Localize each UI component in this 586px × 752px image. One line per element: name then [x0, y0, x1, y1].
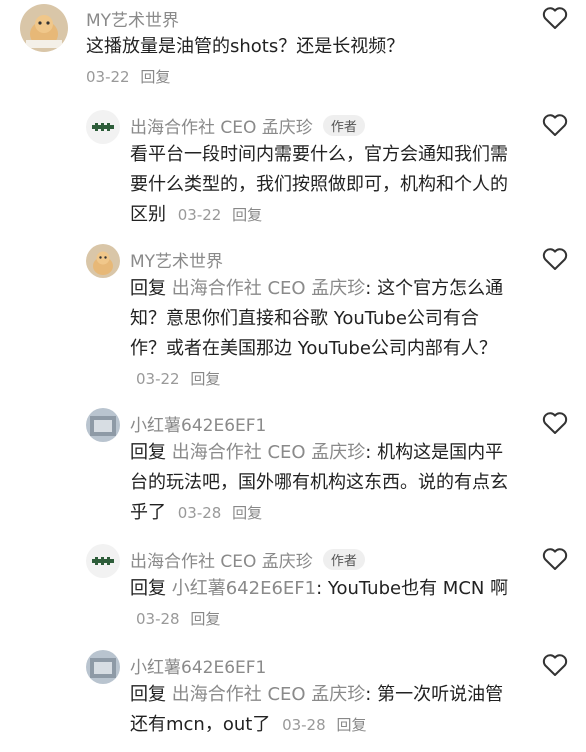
mention-link[interactable]: 出海合作社 CEO 孟庆珍 — [172, 684, 366, 705]
reply-prefix: 回复 — [130, 684, 166, 705]
avatar[interactable] — [20, 4, 68, 52]
heart-outline-icon[interactable] — [542, 113, 568, 137]
heart-outline-icon[interactable] — [542, 653, 568, 677]
avatar[interactable] — [86, 650, 120, 684]
comment-text: 回复 出海合作社 CEO 孟庆珍: 机构这是国内平台的玩法吧，国外哪有机构这东西… — [130, 438, 514, 528]
comment-text: 看平台一段时间内需要什么，官方会通知我们需要什么类型的，我们按照做即可，机构和个… — [130, 140, 514, 230]
author-badge: 作者 — [322, 115, 365, 136]
reply-button[interactable]: 回复 — [336, 716, 366, 734]
comment-content: : YouTube也有 MCN 啊 — [316, 578, 509, 599]
mention-link[interactable]: 小红薯642E6EF1 — [172, 578, 316, 599]
reply-button[interactable]: 回复 — [232, 504, 262, 522]
reply-button[interactable]: 回复 — [232, 206, 262, 224]
heart-outline-icon[interactable] — [542, 411, 568, 435]
comment-content: 这播放量是油管的shots？还是长视频？ — [86, 36, 405, 57]
comment-date: 03-22 — [136, 370, 180, 388]
heart-outline-icon[interactable] — [542, 6, 568, 30]
comment-date: 03-22 — [86, 68, 130, 86]
avatar[interactable] — [86, 244, 120, 278]
reply-button[interactable]: 回复 — [190, 370, 220, 388]
comment-text: 回复 出海合作社 CEO 孟庆珍: 第一次听说油管还有mcn，out了 03-2… — [130, 680, 514, 740]
reply-prefix: 回复 — [130, 278, 166, 299]
reply-prefix: 回复 — [130, 442, 166, 463]
comment-date: 03-28 — [282, 716, 326, 734]
comment-date: 03-28 — [136, 610, 180, 628]
comment-author[interactable]: 出海合作社 CEO 孟庆珍 作者 — [130, 547, 365, 572]
reply-button[interactable]: 回复 — [190, 610, 220, 628]
author-badge: 作者 — [322, 549, 365, 570]
comment-author[interactable]: 小红薯642E6EF1 — [130, 411, 266, 436]
comment-text: 回复 出海合作社 CEO 孟庆珍: 这个官方怎么通知？意思你们直接和谷歌 You… — [130, 274, 514, 394]
avatar[interactable] — [86, 110, 120, 144]
comment-author[interactable]: 小红薯642E6EF1 — [130, 653, 266, 678]
mention-link[interactable]: 出海合作社 CEO 孟庆珍 — [172, 278, 366, 299]
reply-prefix: 回复 — [130, 578, 166, 599]
mention-link[interactable]: 出海合作社 CEO 孟庆珍 — [172, 442, 366, 463]
comment-text: 回复 小红薯642E6EF1: YouTube也有 MCN 啊 03-28 回复 — [130, 574, 514, 634]
comment-date: 03-22 — [177, 206, 222, 224]
comment-author[interactable]: 出海合作社 CEO 孟庆珍 作者 — [130, 113, 365, 138]
heart-outline-icon[interactable] — [542, 247, 568, 271]
heart-outline-icon[interactable] — [542, 547, 568, 571]
comment-author[interactable]: MY艺术世界 — [130, 247, 223, 272]
avatar[interactable] — [86, 408, 120, 442]
comment-author[interactable]: MY艺术世界 — [86, 6, 179, 31]
comment-date: 03-28 — [177, 504, 222, 522]
avatar[interactable] — [86, 544, 120, 578]
comment-text: 这播放量是油管的shots？还是长视频？ 03-22 回复 — [86, 32, 506, 92]
reply-button[interactable]: 回复 — [140, 68, 170, 86]
